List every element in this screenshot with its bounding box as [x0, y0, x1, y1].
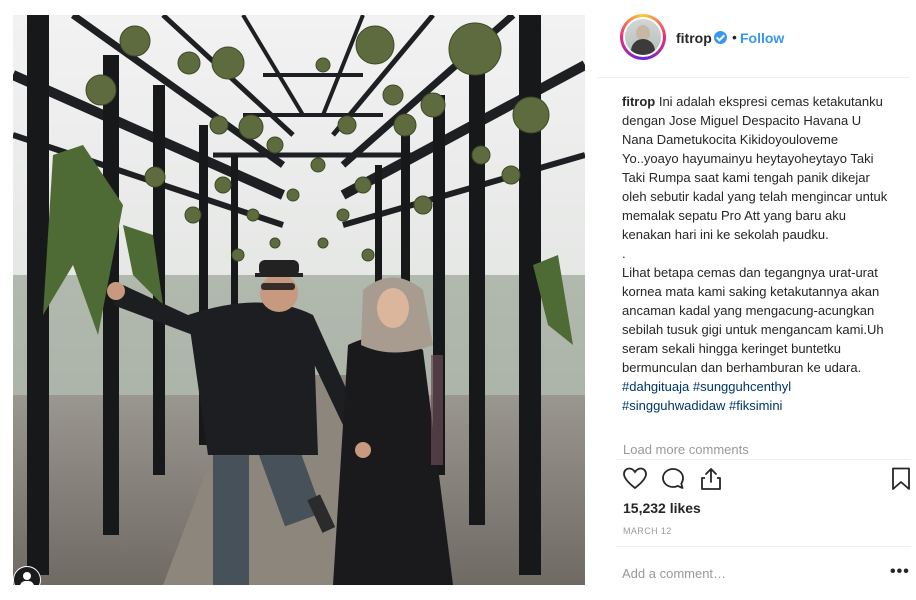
caption-text-2: Lihat betapa cemas dan tegangnya urat-ur… — [622, 265, 884, 375]
bookmark-icon[interactable] — [888, 466, 914, 492]
divider — [616, 546, 911, 547]
more-options-icon[interactable]: ••• — [890, 563, 910, 581]
post-date[interactable]: MARCH 12 — [623, 526, 672, 536]
likes-count[interactable]: 15,232 likes — [623, 500, 701, 516]
hashtag-link[interactable]: #fiksimini — [729, 398, 782, 413]
follow-button[interactable]: Follow — [740, 30, 784, 46]
hashtag-list: #dahgituaja #sungguhcenthyl #singguhwadi… — [622, 377, 892, 415]
post-header: fitrop • Follow — [598, 0, 910, 78]
heart-icon[interactable] — [622, 466, 648, 492]
caption-username[interactable]: fitrop — [622, 94, 655, 109]
verified-icon — [714, 31, 727, 44]
post-side-panel: fitrop • Follow fitrop Ini adalah ekspre… — [598, 0, 916, 600]
load-more-comments[interactable]: Load more comments — [623, 442, 749, 457]
hashtag-link[interactable]: #dahgituaja — [622, 379, 689, 394]
caption-text-1: Ini adalah ekspresi cemas ketakutanku de… — [622, 94, 888, 242]
hashtag-link[interactable]: #sungguhcenthyl — [693, 379, 791, 394]
action-bar — [622, 466, 912, 494]
comment-icon[interactable] — [660, 466, 686, 492]
add-comment-input[interactable] — [622, 563, 862, 583]
username-link[interactable]: fitrop — [676, 30, 712, 46]
hashtag-link[interactable]: #singguhwadidaw — [622, 398, 725, 413]
avatar[interactable] — [620, 14, 666, 60]
separator-dot: • — [732, 29, 737, 45]
post-photo[interactable] — [13, 15, 585, 585]
share-icon[interactable] — [698, 466, 724, 492]
post-caption: fitrop Ini adalah ekspresi cemas ketakut… — [622, 92, 892, 415]
divider — [616, 459, 911, 460]
caption-dot: . — [622, 246, 626, 261]
photo-illustration — [13, 15, 585, 585]
